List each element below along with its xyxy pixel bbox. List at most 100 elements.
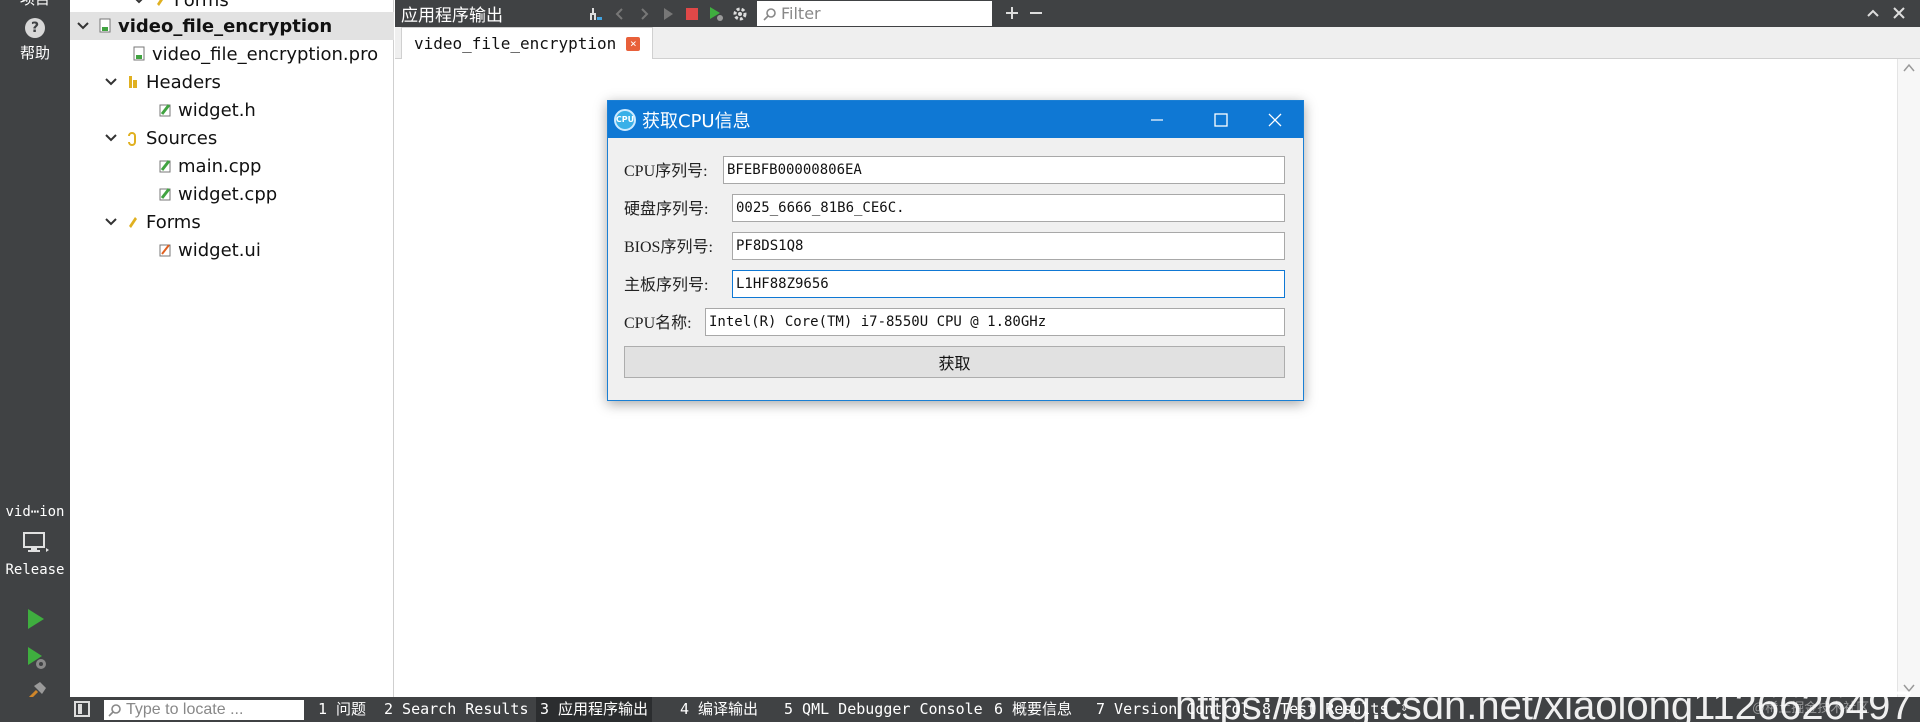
minimize-button[interactable] xyxy=(1134,101,1180,138)
tree-item-label: video_file_encryption.pro xyxy=(152,43,379,65)
dialog-titlebar[interactable]: CPU 获取CPU信息 xyxy=(608,101,1303,138)
get-info-button[interactable]: 获取 xyxy=(624,346,1285,378)
output-tab-strip: video_file_encryption × xyxy=(395,27,1920,59)
bios-serial-label: BIOS序列号: xyxy=(624,239,713,256)
vertical-scrollbar[interactable] xyxy=(1897,59,1920,697)
cpu-info-dialog: CPU 获取CPU信息 CPU序列号: BFEBFB00000806EA 硬盘序… xyxy=(607,100,1304,401)
chevron-down-icon xyxy=(135,0,143,4)
mode-projects[interactable]: 项目 xyxy=(0,0,70,9)
debug-run-icon[interactable] xyxy=(22,644,48,670)
project-icon xyxy=(99,18,111,33)
plus-icon[interactable] xyxy=(1001,2,1023,24)
header-file-icon xyxy=(159,104,171,117)
toggle-sidebar-icon[interactable] xyxy=(74,701,90,717)
pane-tab-issues[interactable]: 1 问题 xyxy=(314,697,370,722)
close-icon xyxy=(1268,113,1282,126)
tree-item-label: Forms xyxy=(146,211,201,233)
cpu-logo-icon: CPU xyxy=(614,108,636,131)
output-pane-toolbar: 应用程序输出 Filter xyxy=(395,0,1920,27)
chevron-down-icon xyxy=(105,78,117,86)
pane-tab-search-results[interactable]: 2 Search Results xyxy=(380,697,533,722)
chevron-right-icon[interactable] xyxy=(633,3,655,25)
form-folder-icon xyxy=(157,0,163,6)
maximize-pane-icon[interactable] xyxy=(1862,2,1884,24)
cpu-serial-label: CPU序列号: xyxy=(624,163,708,180)
cpu-serial-field[interactable]: BFEBFB00000806EA xyxy=(723,156,1285,184)
tree-item-main-cpp[interactable]: main.cpp xyxy=(70,152,394,180)
search-icon xyxy=(763,7,776,21)
form-folder-icon xyxy=(129,217,137,228)
source-file-icon xyxy=(159,188,171,201)
header-folder-icon xyxy=(129,76,137,88)
minimize-icon xyxy=(1151,118,1163,121)
dialog-title: 获取CPU信息 xyxy=(642,110,751,132)
tree-item-label: widget.h xyxy=(178,99,256,121)
mode-help-label: 帮助 xyxy=(19,44,50,62)
run-icon[interactable] xyxy=(22,606,48,632)
output-tab-label: video_file_encryption xyxy=(414,34,617,53)
output-tab[interactable]: video_file_encryption × xyxy=(401,27,654,59)
watermark-site: @稀土掘金技术社区 xyxy=(1752,700,1870,715)
tree-item-label: widget.cpp xyxy=(178,183,278,205)
tree-item-label: Sources xyxy=(146,127,218,149)
ui-file-icon xyxy=(159,244,171,257)
pane-tab-compile-output[interactable]: 4 编译输出 xyxy=(676,697,762,722)
pane-tab-general-messages[interactable]: 6 概要信息 xyxy=(990,697,1076,722)
kit-build-config[interactable]: Release xyxy=(0,562,70,578)
close-button[interactable] xyxy=(1252,101,1298,138)
chevron-down-icon xyxy=(105,218,117,226)
tree-item-label: widget.ui xyxy=(178,239,261,261)
search-icon xyxy=(108,704,121,717)
locator-input[interactable]: Type to locate ... xyxy=(104,700,304,720)
stop-icon[interactable] xyxy=(681,3,703,25)
help-icon: ? xyxy=(25,18,45,38)
filter-placeholder: Filter xyxy=(781,4,821,23)
tree-item-pro-file[interactable]: video_file_encryption.pro xyxy=(70,40,394,68)
attach-debugger-icon[interactable] xyxy=(705,3,727,25)
project-tree: Forms video_file_encryption video_file_e… xyxy=(70,0,394,697)
tree-item-headers[interactable]: Headers xyxy=(70,68,394,96)
minus-icon[interactable] xyxy=(1025,2,1047,24)
tree-item-widget-cpp[interactable]: widget.cpp xyxy=(70,180,394,208)
tree-item-label: Headers xyxy=(146,71,221,93)
cpu-name-field[interactable]: Intel(R) Core(TM) i7-8550U CPU @ 1.80GHz xyxy=(705,308,1285,336)
disk-serial-label: 硬盘序列号: xyxy=(624,201,709,218)
disk-serial-field[interactable]: 0025_6666_81B6_CE6C. xyxy=(732,194,1285,222)
board-serial-field[interactable]: L1HF88Z9656 xyxy=(732,270,1285,298)
chevron-down-icon xyxy=(105,134,117,142)
mode-help[interactable]: ? 帮助 xyxy=(0,18,70,63)
tree-item-label: Forms xyxy=(174,0,229,11)
filter-input[interactable]: Filter xyxy=(757,1,992,26)
tree-item-forms[interactable]: Forms xyxy=(70,208,394,236)
board-serial-label: 主板序列号: xyxy=(624,277,709,294)
tree-item-widget-h[interactable]: widget.h xyxy=(70,96,394,124)
tree-item-label: main.cpp xyxy=(178,155,262,177)
tree-item-label: video_file_encryption xyxy=(118,15,333,37)
chevron-left-icon[interactable] xyxy=(609,3,631,25)
scroll-up-icon[interactable] xyxy=(1903,63,1915,73)
cpu-name-label: CPU名称: xyxy=(624,315,692,332)
bios-serial-field[interactable]: PF8DS1Q8 xyxy=(732,232,1285,260)
source-file-icon xyxy=(159,160,171,173)
mode-projects-label: 项目 xyxy=(20,0,50,8)
tab-close-icon[interactable]: × xyxy=(626,36,641,51)
chevron-down-icon xyxy=(77,22,89,30)
maximize-button[interactable] xyxy=(1198,101,1244,138)
pro-file-icon xyxy=(133,46,145,61)
clean-icon[interactable] xyxy=(585,3,607,25)
output-pane-title: 应用程序输出 xyxy=(401,6,503,26)
mode-sidebar: 项目 ? 帮助 vid⋯ion Release xyxy=(0,0,70,722)
kit-name[interactable]: vid⋯ion xyxy=(0,504,70,520)
locator-placeholder: Type to locate ... xyxy=(126,701,244,718)
monitor-icon[interactable] xyxy=(23,532,49,554)
maximize-icon xyxy=(1214,112,1228,127)
close-pane-icon[interactable] xyxy=(1888,2,1910,24)
pane-tab-qml-debugger-console[interactable]: 5 QML Debugger Console xyxy=(780,697,987,722)
tree-item-sources[interactable]: Sources xyxy=(70,124,394,152)
rerun-icon[interactable] xyxy=(657,3,679,25)
pane-tab-application-output[interactable]: 3 应用程序输出 xyxy=(536,697,653,722)
tree-item-project[interactable]: video_file_encryption xyxy=(70,12,394,40)
tree-item-widget-ui[interactable]: widget.ui xyxy=(70,236,394,264)
source-folder-icon xyxy=(128,132,136,146)
gear-icon[interactable] xyxy=(729,3,751,25)
